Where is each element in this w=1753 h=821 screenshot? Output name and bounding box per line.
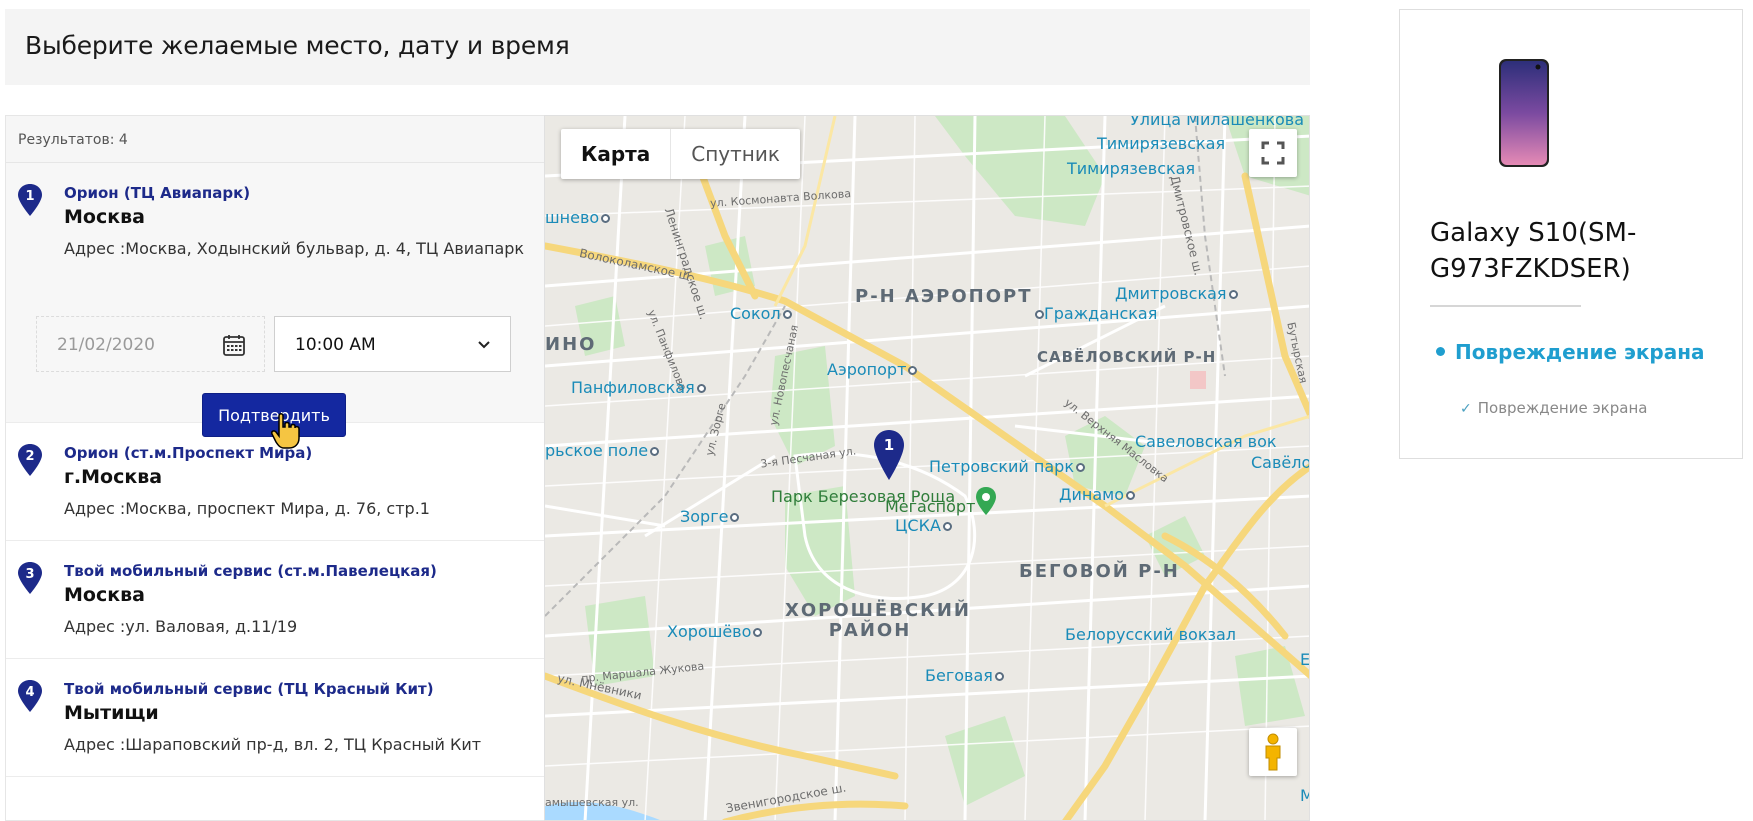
map-label: Гражданская xyxy=(1033,304,1157,323)
district-label: ИНО xyxy=(545,334,597,355)
divider xyxy=(1430,305,1581,307)
store-name[interactable]: Твой мобильный сервис (ст.м.Павелецкая) xyxy=(64,562,544,580)
date-placeholder: 21/02/2020 xyxy=(57,335,155,355)
product-title: Galaxy S10(SM-G973FZKDSER) xyxy=(1430,218,1637,284)
chevron-down-icon xyxy=(478,341,490,349)
map-label: Беговая xyxy=(925,666,1004,685)
selected-store-marker[interactable]: 1 xyxy=(872,429,906,481)
tab-map[interactable]: Карта xyxy=(561,129,672,179)
map-label: Дмитровская xyxy=(1115,284,1238,303)
map-pin-icon: 4 xyxy=(18,680,42,712)
map-label: М xyxy=(1300,786,1309,805)
product-card: Galaxy S10(SM-G973FZKDSER) Повреждение э… xyxy=(1399,9,1743,459)
map-label: Аэропорт xyxy=(827,360,918,379)
map[interactable]: Карта Спутник Улица Милашенкова Тимирязе… xyxy=(544,115,1310,821)
store-name[interactable]: Орион (ТЦ Авиапарк) xyxy=(64,184,544,202)
page-header: Выберите желаемые место, дату и время xyxy=(5,9,1310,85)
park-label: Парк Березовая Роща xyxy=(771,487,956,506)
svg-text:1: 1 xyxy=(25,189,34,204)
street-view-button[interactable] xyxy=(1249,728,1297,776)
fullscreen-button[interactable] xyxy=(1249,129,1297,177)
district-label: ХОРОШЁВСКИЙ РАЙОН xyxy=(785,600,971,641)
store-item-4[interactable]: 4 Твой мобильный сервис (ТЦ Красный Кит)… xyxy=(6,659,544,777)
check-icon: ✓ xyxy=(1460,401,1472,417)
store-name[interactable]: Орион (ст.м.Проспект Мира) xyxy=(64,444,544,462)
store-item-1[interactable]: 1 Орион (ТЦ Авиапарк) Москва Адрес :Моск… xyxy=(6,163,544,449)
svg-text:2: 2 xyxy=(25,449,34,464)
district-label: БЕГОВОЙ Р-Н xyxy=(1019,561,1180,582)
map-label: шнево xyxy=(545,208,611,227)
store-city: Москва xyxy=(64,584,145,606)
store-city: Мытищи xyxy=(64,702,159,724)
date-field[interactable]: 21/02/2020 xyxy=(36,316,265,372)
map-label: Петровский парк xyxy=(929,457,1085,476)
time-value: 10:00 AM xyxy=(295,335,376,355)
store-item-2[interactable]: 2 Орион (ст.м.Проспект Мира) г.Москва Ад… xyxy=(6,423,544,541)
map-pin-icon: 1 xyxy=(18,184,42,216)
map-label: ЦСКА xyxy=(895,516,952,535)
map-label: рьское поле xyxy=(545,441,660,460)
store-address: Адрес :Москва, проспект Мира, д. 76, стр… xyxy=(64,499,430,518)
map-label: Савеловская вок xyxy=(1135,432,1277,451)
page-title: Выберите желаемые место, дату и время xyxy=(25,31,570,60)
map-pin-icon: 3 xyxy=(18,562,42,594)
calendar-icon[interactable] xyxy=(222,333,246,357)
results-count: Результатов: 4 xyxy=(6,116,544,163)
product-image xyxy=(1499,59,1549,167)
venue-pin-icon xyxy=(976,487,996,515)
svg-text:1: 1 xyxy=(884,436,894,454)
map-label: амышевская ул. xyxy=(545,796,639,809)
bullet-icon xyxy=(1436,347,1445,356)
map-label: Тимирязевская xyxy=(1097,134,1226,153)
map-label: Хорошёво xyxy=(667,622,763,641)
district-label: САВЁЛОВСКИЙ Р-Н xyxy=(1037,348,1217,366)
store-city: Москва xyxy=(64,206,145,228)
map-label: Савёлов xyxy=(1251,453,1309,472)
store-item-3[interactable]: 3 Твой мобильный сервис (ст.м.Павелецкая… xyxy=(6,541,544,659)
map-type-toggle[interactable]: Карта Спутник xyxy=(561,129,800,179)
svg-text:4: 4 xyxy=(25,685,34,700)
store-address: Адрес :ул. Валовая, д.11/19 xyxy=(64,617,298,636)
store-address: Адрес :Шараповский пр-д, вл. 2, ТЦ Красн… xyxy=(64,735,482,754)
district-label: Р-Н АЭРОПОРТ xyxy=(855,286,1033,307)
tab-satellite[interactable]: Спутник xyxy=(671,129,800,179)
time-select[interactable]: 10:00 AM xyxy=(274,316,511,372)
map-label: Динамо xyxy=(1059,485,1136,504)
map-label: Е xyxy=(1300,650,1310,669)
venue-label: Мегаспорт xyxy=(885,497,976,516)
pegman-icon xyxy=(1265,733,1281,771)
store-name[interactable]: Твой мобильный сервис (ТЦ Красный Кит) xyxy=(64,680,544,698)
svg-text:3: 3 xyxy=(25,567,34,582)
map-label: Улица Милашенкова xyxy=(1130,115,1305,129)
fullscreen-icon xyxy=(1261,141,1285,165)
map-label: Белорусский вокзал xyxy=(1065,625,1237,644)
map-background xyxy=(545,116,1309,820)
map-pin-icon: 2 xyxy=(18,444,42,476)
map-label: Зорге xyxy=(680,507,740,526)
store-city: г.Москва xyxy=(64,466,163,488)
store-list-panel: Результатов: 4 1 Орион (ТЦ Авиапарк) Мос… xyxy=(5,115,544,821)
repair-issue: Повреждение экрана xyxy=(1436,340,1705,364)
store-address: Адрес :Москва, Ходынский бульвар, д. 4, … xyxy=(64,239,525,258)
map-label: Панфиловская xyxy=(571,378,706,397)
repair-issue-detail: ✓ Повреждение экрана xyxy=(1460,399,1648,417)
map-label: Сокол xyxy=(730,304,792,323)
